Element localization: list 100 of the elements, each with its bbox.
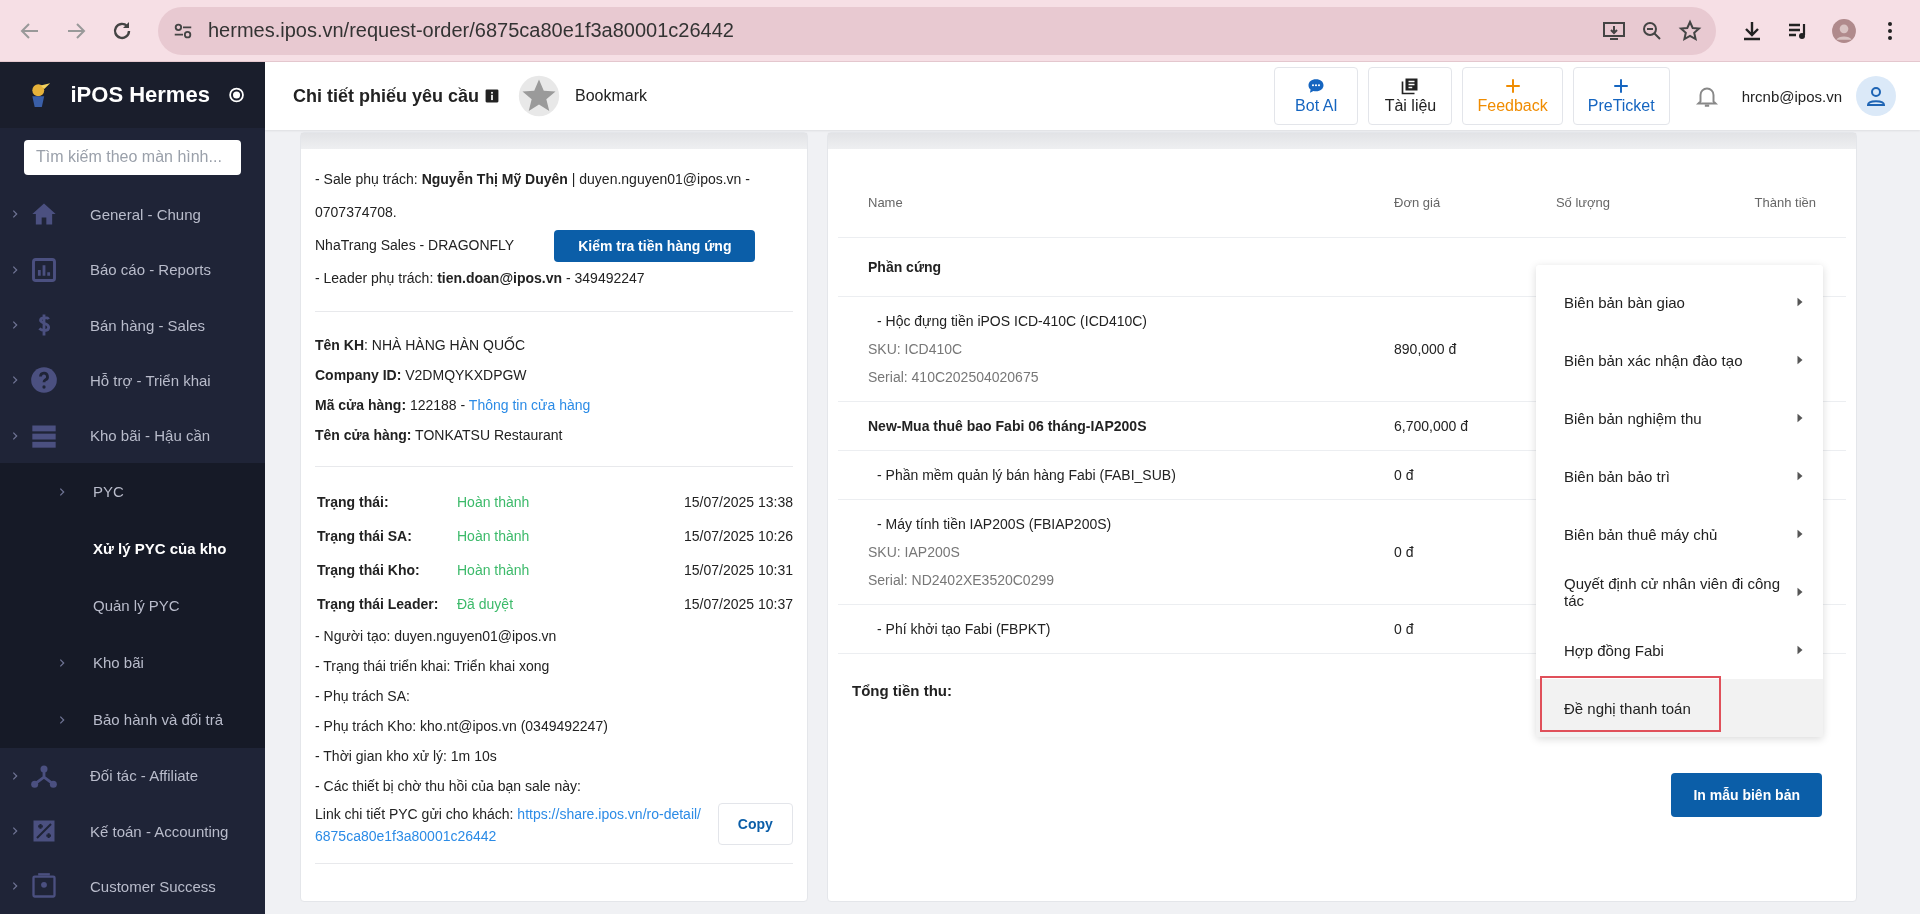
info-line: - Thời gian kho xử lý: 1m 10s: [315, 747, 498, 766]
field-label: Company ID:: [315, 367, 402, 383]
field-value: 122188 -: [408, 397, 467, 413]
info-line: - Phụ trách Kho: kho.nt@ipos.vn (0349492247): [315, 717, 609, 736]
sidebar-item[interactable]: Hỗ trợ - Triển khai: [0, 352, 265, 408]
sidebar-item[interactable]: Customer Success: [0, 858, 265, 914]
sidebar-item[interactable]: General - Chung: [0, 186, 265, 243]
help-icon: [30, 366, 58, 395]
info-line: - Các thiết bị chờ thu hồi của bạn sale này:: [315, 777, 582, 796]
item-serial: Serial: ND2402XE3520C0299: [868, 571, 1055, 590]
item-serial: Serial: 410C202504020675: [868, 368, 1040, 387]
sidebar-item[interactable]: Bán hàng - Sales: [0, 297, 265, 353]
item-name: - Phần mềm quản lý bán hàng Fabi (FABI_SUB): [876, 466, 1177, 485]
status-time: 15/07/2025 10:26: [684, 527, 793, 546]
price-cell: 0 đ: [1364, 450, 1526, 500]
menu-item[interactable]: Biên bản bảo trì: [1536, 447, 1823, 505]
item-name: - Hộc đựng tiền iPOS ICD-410C (ICD410C): [876, 312, 1149, 331]
menu-item[interactable]: Biên bản xác nhận đào tạo: [1536, 331, 1823, 389]
person-icon: [1864, 84, 1888, 108]
sidebar-item[interactable]: Kho bãi - Hậu cần: [0, 407, 265, 464]
submenu-arrow-icon: [1795, 296, 1805, 308]
menu-item[interactable]: Quyết định cử nhân viên đi công tác: [1536, 563, 1823, 621]
page-title: Chi tiết phiếu yêu cầu: [293, 85, 480, 107]
submenu-arrow-icon: [1795, 470, 1805, 482]
column-header: Name: [838, 167, 1365, 238]
item-name: - Phí khởi tạo Fabi (FBPKT): [876, 620, 1052, 639]
status-value: Hoàn thành: [457, 527, 531, 546]
bookmark-label[interactable]: Bookmark: [575, 87, 648, 105]
user-avatar[interactable]: [1856, 76, 1896, 116]
price-cell: 6,700,000 đ: [1364, 401, 1526, 451]
sidebar-item[interactable]: Kế toán - Accounting: [0, 803, 265, 859]
info-line: - Trạng thái triển khai: Triển khai xong: [315, 657, 551, 676]
price-cell: 890,000 đ: [1364, 296, 1526, 402]
status-label: Trạng thái SA:: [317, 527, 413, 546]
app-title: iPOS Hermes: [70, 81, 210, 108]
radio-dot-icon[interactable]: [227, 85, 245, 104]
field-label: Tên KH: [315, 337, 364, 353]
star-badge-icon[interactable]: [517, 74, 562, 118]
check-advance-button[interactable]: Kiểm tra tiền hàng ứng: [554, 229, 756, 262]
column-header: Đơn giá: [1364, 167, 1526, 238]
item-sku: SKU: ICD410C: [868, 340, 964, 359]
chat-icon: [1307, 77, 1326, 95]
contact-card-icon: [30, 872, 58, 901]
item-sku: SKU: IAP200S: [868, 543, 961, 562]
column-header: Thành tiền: [1656, 167, 1846, 238]
field-value: TONKATSU Restaurant: [414, 427, 563, 443]
field-value: : NHÀ HÀNG HÀN QUỐC: [364, 337, 525, 353]
column-header: Số lượng: [1525, 167, 1657, 238]
sidebar-subitem[interactable]: Quản lý PYC: [0, 577, 265, 635]
info-icon: [485, 89, 500, 103]
info-line: - Phụ trách SA:: [315, 687, 411, 706]
status-time: 15/07/2025 10:31: [684, 561, 793, 580]
header-action-button[interactable]: PreTicket: [1572, 67, 1670, 125]
price-cell: 0 đ: [1364, 604, 1526, 654]
store-info-link[interactable]: Thông tin cửa hàng: [468, 397, 591, 413]
sidebar-item[interactable]: Đối tác - Affiliate: [0, 748, 265, 804]
sidebar-subitem[interactable]: Xử lý PYC của kho: [0, 520, 265, 578]
bundle-name: New-Mua thuê bao Fabi 06 tháng-IAP200S: [868, 417, 1148, 436]
sidebar-subitem[interactable]: PYC: [0, 463, 265, 521]
status-value: Đã duyệt: [457, 595, 515, 614]
address-bar[interactable]: hermes.ipos.vn/request-order/6875ca80e1f3a80001c26442: [158, 6, 1716, 55]
chart-icon: [30, 255, 58, 284]
status-time: 15/07/2025 13:38: [684, 493, 793, 512]
team-text: NhaTrang Sales - DRAGONFLY: [315, 236, 515, 255]
header-action-button[interactable]: Tài liệu: [1368, 67, 1453, 125]
search-field[interactable]: Tìm kiếm theo màn hình...: [24, 139, 241, 175]
menu-item[interactable]: Đề nghị thanh toán: [1536, 679, 1823, 737]
submenu-arrow-icon: [1795, 354, 1805, 366]
field-label: Tên cửa hàng:: [315, 427, 412, 443]
item-name: - Máy tính tiền IAP200S (FBIAP200S): [876, 515, 1113, 534]
plus-icon: [1612, 77, 1631, 95]
copy-button[interactable]: Copy: [717, 803, 793, 845]
info-line: - Người tạo: duyen.nguyen01@ipos.vn: [315, 627, 558, 646]
sidebar-item[interactable]: Báo cáo - Reports: [0, 242, 265, 298]
field-label: Mã cửa hàng:: [315, 397, 407, 413]
total-label: Tổng tiền thu:: [852, 682, 952, 699]
sidebar-subitem[interactable]: Bảo hành và đổi trả: [0, 691, 265, 749]
menu-item[interactable]: Biên bản thuê máy chủ: [1536, 505, 1823, 563]
menu-item[interactable]: Biên bản nghiệm thu: [1536, 389, 1823, 447]
header-action-button[interactable]: Bot AI: [1274, 67, 1359, 125]
user-email: hrcnb@ipos.vn: [1741, 87, 1842, 105]
price-cell: 0 đ: [1364, 499, 1526, 605]
book-icon: [1401, 77, 1420, 95]
submenu-arrow-icon: [1795, 528, 1805, 540]
leader-info-text: - Leader phụ trách: tien.doan@ipos.vn - 349492247: [315, 269, 646, 288]
sale-info-text: - Sale phụ trách: Nguyễn Thị Mỹ Duyên | duyen.nguyen01@ipos.vn - 0707374708.: [315, 170, 751, 222]
field-value: V2DMQYKXDPGW: [404, 367, 527, 383]
status-label: Trạng thái:: [317, 493, 390, 512]
sidebar-subitem[interactable]: Kho bãi: [0, 634, 265, 692]
submenu-arrow-icon: [1795, 586, 1805, 598]
url-text: hermes.ipos.vn/request-order/6875ca80e1f3a80001c26442: [208, 19, 735, 42]
status-value: Hoàn thành: [457, 561, 531, 580]
submenu-arrow-icon: [1795, 412, 1805, 424]
status-value: Hoàn thành: [457, 493, 531, 512]
star-icon[interactable]: [1678, 18, 1702, 43]
status-label: Trạng thái Kho:: [317, 561, 421, 580]
print-template-button[interactable]: In mẫu biên bản: [1671, 773, 1822, 817]
status-label: Trạng thái Leader:: [317, 595, 440, 614]
plus-icon: [1503, 77, 1522, 95]
menu-item[interactable]: Hợp đồng Fabi: [1536, 621, 1823, 679]
